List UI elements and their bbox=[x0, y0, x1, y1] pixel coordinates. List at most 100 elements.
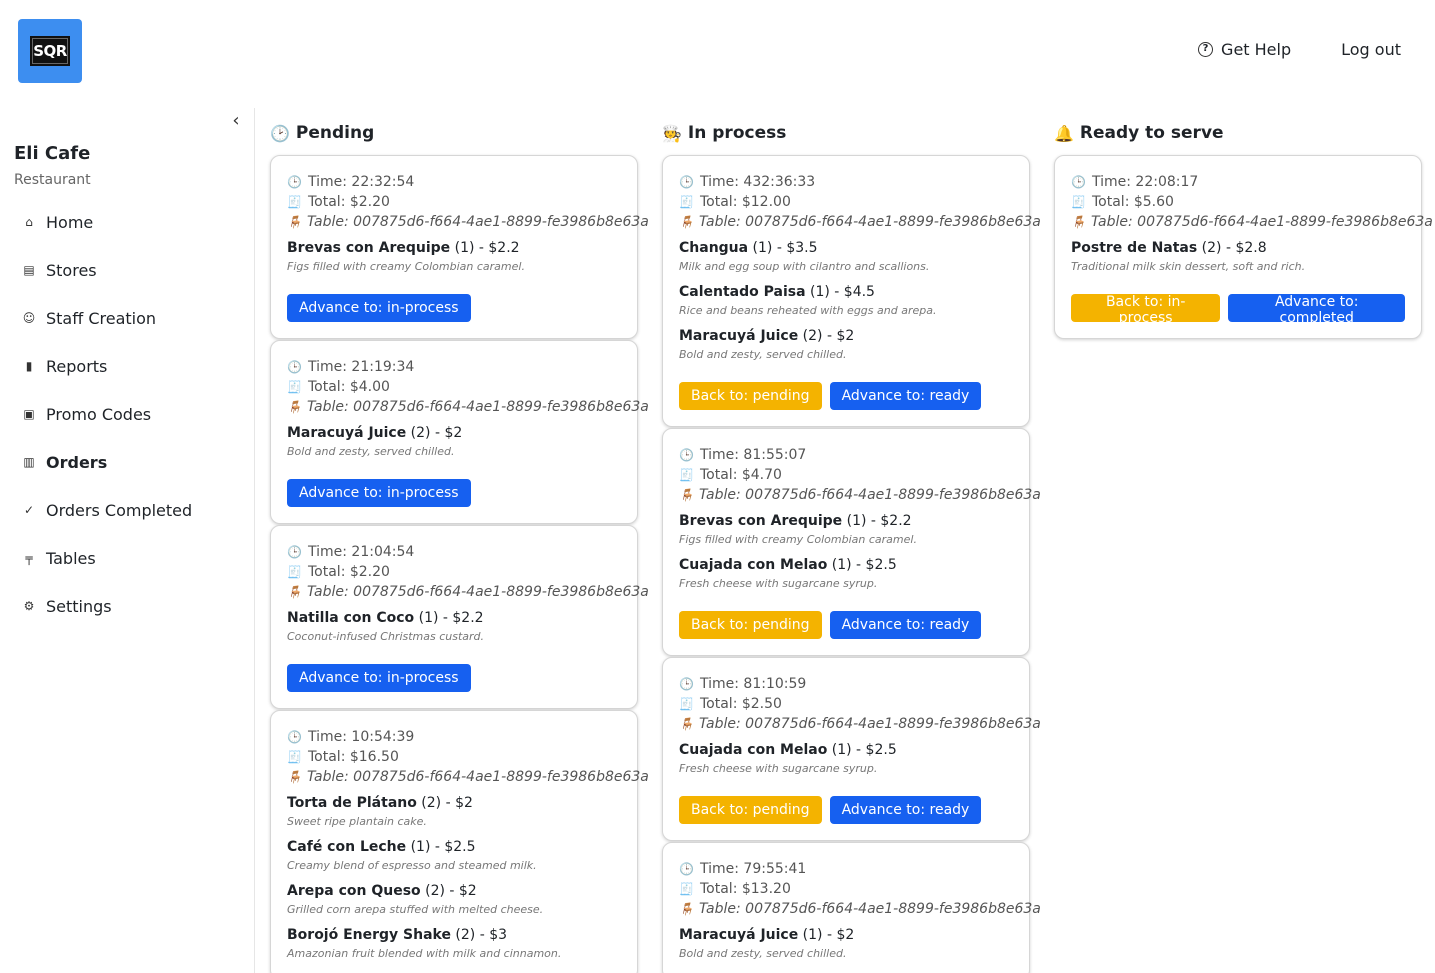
store-type: Restaurant bbox=[14, 172, 91, 188]
order-time-text: Time: 21:04:54 bbox=[308, 544, 415, 560]
column-pending: 🕑 Pending 🕒 Time: 22:32:54 🧾 Total: $2.20 🪑 Tab… bbox=[270, 120, 649, 973]
item-qty-price: (1) - $2.2 bbox=[450, 240, 520, 256]
order-total: 🧾 Total: $2.50 bbox=[679, 694, 1013, 714]
item-name: Café con Leche bbox=[287, 839, 407, 855]
item-qty-price: (1) - $2.5 bbox=[827, 742, 897, 758]
sidebar-item-staff-creation[interactable]: ☺ Staff Creation bbox=[22, 294, 242, 342]
order-item-line: Maracuyá Juice (2) - $2 bbox=[679, 328, 1013, 348]
logout-link[interactable]: Log out bbox=[1341, 40, 1401, 59]
sidebar-item-tables[interactable]: ╤ Tables bbox=[22, 534, 242, 582]
sidebar-item-orders-completed[interactable]: ✓ Orders Completed bbox=[22, 486, 242, 534]
order-table: 🪑 Table: 007875d6-f664-4ae1-8899-fe3986b8… bbox=[679, 212, 1041, 232]
item-qty-price: (2) - $3 bbox=[450, 927, 508, 943]
order-total: 🧾 Total: $4.70 bbox=[679, 465, 1013, 485]
order-time: 🕒 Time: 21:04:54 bbox=[287, 542, 621, 562]
item-description: Bold and zesty, served chilled. bbox=[287, 445, 455, 458]
receipt-icon: 🧾 bbox=[287, 750, 302, 764]
advance-button[interactable]: Advance to: completed bbox=[1228, 294, 1405, 326]
receipt-icon: 🧾 bbox=[679, 195, 694, 209]
advance-button[interactable]: Advance to: in-process bbox=[287, 294, 471, 322]
column-header: 🔔 Ready to serve bbox=[1054, 120, 1422, 146]
item-name: Torta de Plátano bbox=[287, 795, 417, 811]
check-circle-icon: ✓ bbox=[23, 503, 35, 517]
sidebar-item-label: Settings bbox=[46, 596, 112, 616]
order-item-line: Brevas con Arequipe (1) - $2.2 bbox=[679, 513, 1013, 533]
sidebar-item-orders[interactable]: ▥ Orders bbox=[22, 438, 242, 486]
order-item-line: Brevas con Arequipe (1) - $2.2 bbox=[287, 240, 621, 260]
app-logo[interactable]: SQR bbox=[18, 19, 82, 83]
order-table-text: Table: 007875d6-f664-4ae1-8899-fe3986b8e… bbox=[698, 487, 1041, 503]
advance-button[interactable]: Advance to: ready bbox=[829, 611, 982, 639]
order-item-line: Maracuyá Juice (1) - $2 bbox=[679, 927, 1013, 947]
column-ready-to-serve: 🔔 Ready to serve 🕒 Time: 22:08:17 🧾 Total: $5… bbox=[1054, 120, 1433, 340]
order-card: 🕒 Time: 22:32:54 🧾 Total: $2.20 🪑 Table: 0078… bbox=[270, 155, 649, 339]
chair-icon: 🪑 bbox=[679, 902, 694, 916]
order-table: 🪑 Table: 007875d6-f664-4ae1-8899-fe3986b8… bbox=[287, 212, 649, 232]
order-table: 🪑 Table: 007875d6-f664-4ae1-8899-fe3986b8… bbox=[1071, 212, 1433, 232]
item-description: Grilled corn arepa stuffed with melted c… bbox=[287, 903, 544, 916]
order-item-line: Postre de Natas (2) - $2.8 bbox=[1071, 240, 1405, 260]
order-table: 🪑 Table: 007875d6-f664-4ae1-8899-fe3986b8… bbox=[679, 899, 1041, 919]
order-total-text: Total: $2.20 bbox=[308, 564, 390, 580]
order-item-line: Torta de Plátano (2) - $2 bbox=[287, 795, 621, 815]
chair-icon: 🪑 bbox=[287, 215, 302, 229]
order-card: 🕒 Time: 22:08:17 🧾 Total: $5.60 🪑 Table: 0078… bbox=[1054, 155, 1433, 339]
clock-icon: 🕒 bbox=[1071, 175, 1086, 189]
sidebar-menu: ⌂ Home ▤ Stores ☺ Staff Creation ▮ Reports ▣ Prom… bbox=[22, 198, 242, 630]
sidebar-item-label: Staff Creation bbox=[46, 308, 157, 328]
order-item-line: Arepa con Queso (2) - $2 bbox=[287, 883, 621, 903]
order-item: Maracuyá Juice (2) - $2 Bold and zesty, s… bbox=[679, 328, 1013, 364]
order-time: 🕒 Time: 22:08:17 bbox=[1071, 172, 1405, 192]
item-name: Brevas con Arequipe bbox=[679, 513, 843, 529]
column-title: In process bbox=[687, 123, 787, 143]
store-icon: ▤ bbox=[23, 263, 35, 277]
clock-icon: 🕒 bbox=[679, 175, 694, 189]
order-table: 🪑 Table: 007875d6-f664-4ae1-8899-fe3986b8… bbox=[679, 714, 1041, 734]
order-time-text: Time: 432:36:33 bbox=[700, 174, 816, 190]
back-button[interactable]: Back to: in-process bbox=[1071, 294, 1221, 326]
back-button[interactable]: Back to: pending bbox=[679, 382, 822, 410]
sidebar-item-stores[interactable]: ▤ Stores bbox=[22, 246, 242, 294]
clock-icon: 🕒 bbox=[679, 448, 694, 462]
sidebar-item-home[interactable]: ⌂ Home bbox=[22, 198, 242, 246]
sidebar-item-label: Tables bbox=[46, 548, 96, 568]
order-total-text: Total: $2.50 bbox=[700, 696, 782, 712]
advance-button[interactable]: Advance to: ready bbox=[829, 796, 982, 824]
order-item: Torta de Plátano (2) - $2 Sweet ripe plan… bbox=[287, 795, 621, 831]
order-item-line: Café con Leche (1) - $2.5 bbox=[287, 839, 621, 859]
order-total-text: Total: $4.00 bbox=[308, 379, 390, 395]
order-time: 🕒 Time: 79:55:41 bbox=[679, 859, 1013, 879]
item-description: Fresh cheese with sugarcane syrup. bbox=[679, 577, 878, 590]
order-time-text: Time: 79:55:41 bbox=[700, 861, 807, 877]
item-description: Bold and zesty, served chilled. bbox=[679, 348, 847, 361]
item-name: Arepa con Queso bbox=[287, 883, 421, 899]
ticket-icon: ▣ bbox=[23, 407, 35, 421]
in-process-status-icon: 🧑‍🍳 bbox=[662, 123, 682, 143]
advance-button[interactable]: Advance to: ready bbox=[829, 382, 982, 410]
sidebar-item-reports[interactable]: ▮ Reports bbox=[22, 342, 242, 390]
sidebar-item-settings[interactable]: ⚙ Settings bbox=[22, 582, 242, 630]
order-item: Maracuyá Juice (2) - $2 Bold and zesty, s… bbox=[287, 425, 621, 461]
advance-button[interactable]: Advance to: in-process bbox=[287, 664, 471, 692]
get-help-link[interactable]: ? Get Help bbox=[1198, 40, 1291, 59]
back-button[interactable]: Back to: pending bbox=[679, 611, 822, 639]
sidebar-item-promo-codes[interactable]: ▣ Promo Codes bbox=[22, 390, 242, 438]
store-name: Eli Cafe bbox=[14, 143, 91, 164]
clock-icon: 🕒 bbox=[287, 730, 302, 744]
staff-icon: ☺ bbox=[22, 311, 36, 325]
order-item: Maracuyá Juice (1) - $2 Bold and zesty, s… bbox=[679, 927, 1013, 963]
item-qty-price: (2) - $2 bbox=[798, 328, 855, 344]
collapse-sidebar-chevron-icon[interactable]: ‹ bbox=[228, 112, 244, 130]
advance-button[interactable]: Advance to: in-process bbox=[287, 479, 471, 507]
order-card: 🕒 Time: 81:55:07 🧾 Total: $4.70 🪑 Table: 0078… bbox=[662, 428, 1041, 656]
chair-icon: 🪑 bbox=[287, 585, 302, 599]
order-actions: Advance to: in-process bbox=[287, 479, 621, 507]
chart-icon: ▮ bbox=[25, 359, 33, 373]
order-item: Natilla con Coco (1) - $2.2 Coconut-infus… bbox=[287, 610, 621, 646]
item-description: Creamy blend of espresso and steamed mil… bbox=[287, 859, 537, 872]
clock-icon: 🕒 bbox=[287, 360, 302, 374]
order-item-line: Changua (1) - $3.5 bbox=[679, 240, 1013, 260]
order-total-text: Total: $2.20 bbox=[308, 194, 390, 210]
order-item: Borojó Energy Shake (2) - $3 Amazonian fr… bbox=[287, 927, 621, 963]
back-button[interactable]: Back to: pending bbox=[679, 796, 822, 824]
